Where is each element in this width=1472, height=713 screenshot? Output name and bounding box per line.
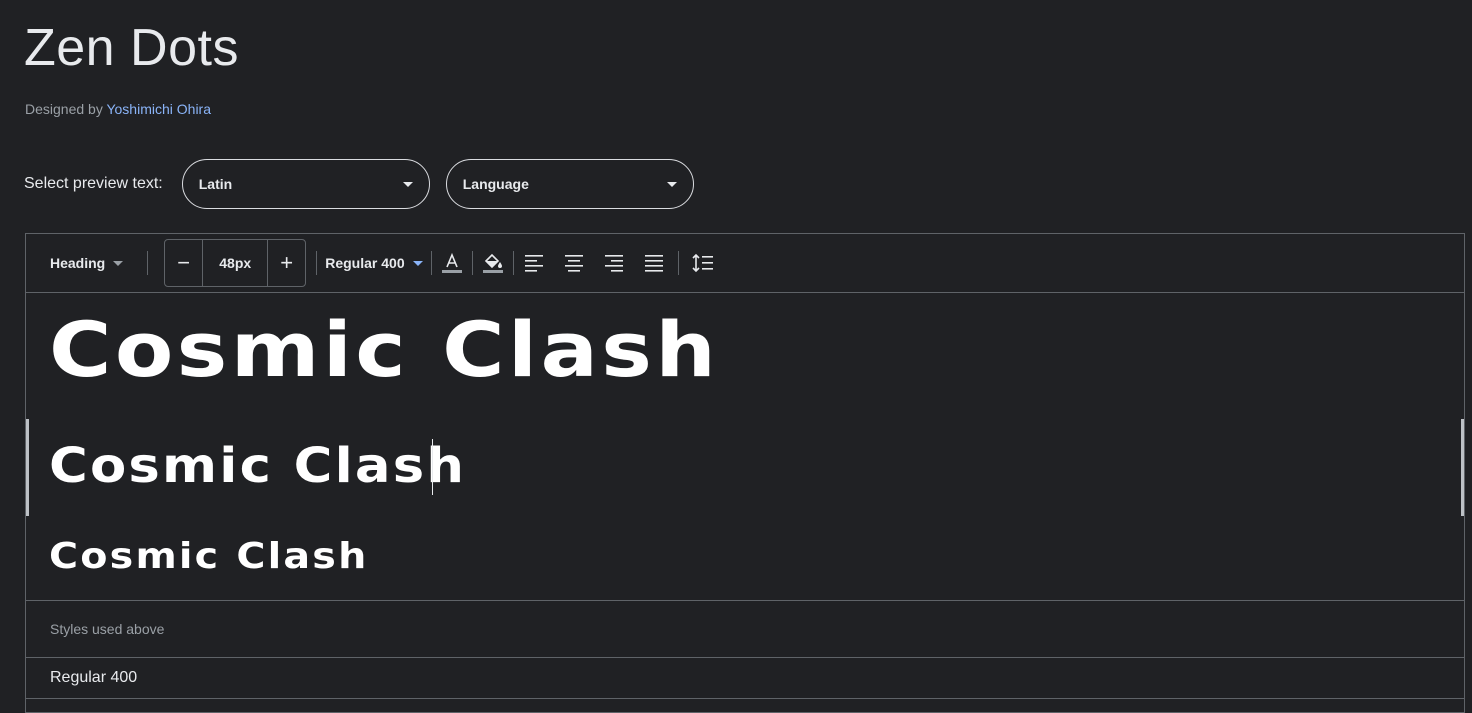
focus-indicator (1461, 419, 1464, 516)
font-title: Zen Dots (24, 19, 239, 77)
font-size-stepper: − 48px + (164, 239, 307, 287)
text-cursor (432, 439, 433, 495)
preview-text-selector: Select preview text: Latin Language (24, 159, 710, 209)
chevron-down-icon (412, 260, 423, 266)
text-type-dropdown[interactable]: Heading (50, 255, 124, 271)
align-justify-icon[interactable] (634, 243, 674, 283)
toolbar-divider (316, 251, 318, 275)
language-select-value: Language (462, 176, 529, 192)
styles-used-header: Styles used above (26, 601, 1464, 658)
toolbar-divider (147, 251, 149, 275)
style-item: Regular 400 (26, 658, 1464, 699)
text-color-icon[interactable] (432, 243, 472, 283)
preview-area: Cosmic Clash Cosmic Clash Cosmic Clash (26, 293, 1464, 601)
font-size-value[interactable]: 48px (202, 240, 269, 286)
preview-line-small[interactable]: Cosmic Clash (49, 536, 368, 577)
weight-value: Regular 400 (325, 255, 405, 271)
type-tester-panel: Heading − 48px + Regular 400 Cosmic Clas… (25, 233, 1465, 713)
chevron-down-icon (666, 181, 677, 187)
preview-line-medium[interactable]: Cosmic Clash (49, 438, 466, 494)
preview-line-large[interactable]: Cosmic Clash (49, 305, 719, 394)
chevron-down-icon (402, 181, 413, 187)
script-select[interactable]: Latin (181, 159, 430, 209)
decrease-size-button[interactable]: − (165, 240, 202, 286)
align-right-icon[interactable] (594, 243, 634, 283)
weight-dropdown[interactable]: Regular 400 (325, 255, 423, 271)
align-left-icon[interactable] (514, 243, 554, 283)
designer-link[interactable]: Yoshimichi Ohira (106, 101, 211, 117)
script-select-value: Latin (198, 176, 233, 192)
text-type-value: Heading (50, 255, 106, 271)
preview-text-label: Select preview text: (24, 175, 163, 192)
toolbar-divider (677, 251, 679, 275)
designed-by-label: Designed by (25, 101, 103, 117)
increase-size-button[interactable]: + (268, 240, 305, 286)
fill-color-icon[interactable] (473, 243, 513, 283)
align-center-icon[interactable] (554, 243, 594, 283)
type-tester-toolbar: Heading − 48px + Regular 400 (26, 234, 1464, 293)
language-select[interactable]: Language (445, 159, 694, 209)
line-height-icon[interactable] (683, 243, 723, 283)
focus-indicator (26, 419, 29, 516)
chevron-down-icon (113, 260, 124, 266)
designer-line: Designed by Yoshimichi Ohira (25, 101, 211, 117)
